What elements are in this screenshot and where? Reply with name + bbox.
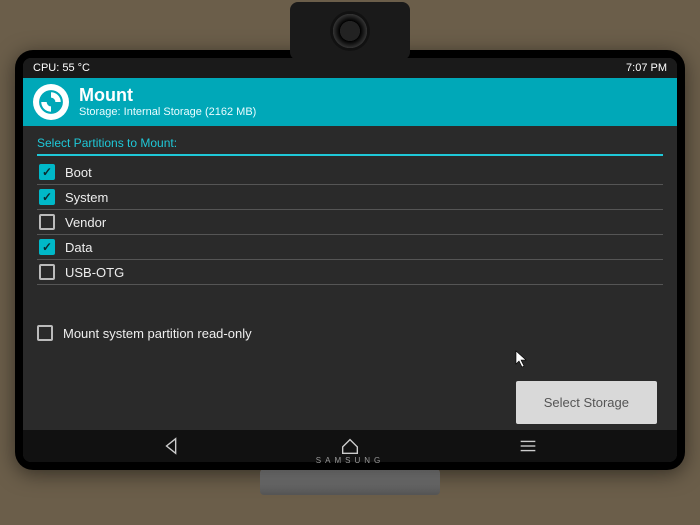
partition-row[interactable]: Vendor — [37, 210, 663, 235]
partition-label: USB-OTG — [65, 265, 124, 280]
divider — [37, 154, 663, 156]
checkbox-icon — [39, 189, 55, 205]
partition-list: Boot System Vendor Data USB-OTG — [37, 160, 663, 285]
page-title: Mount — [79, 86, 256, 106]
partition-row[interactable]: System — [37, 185, 663, 210]
monitor-frame: CPU: 55 °C 7:07 PM Mount Storage: Intern… — [15, 50, 685, 470]
select-storage-label: Select Storage — [544, 395, 629, 410]
partition-label: Boot — [65, 165, 92, 180]
partition-row[interactable]: Boot — [37, 160, 663, 185]
screen: CPU: 55 °C 7:07 PM Mount Storage: Intern… — [23, 58, 677, 462]
storage-subtitle: Storage: Internal Storage (2162 MB) — [79, 106, 256, 118]
checkbox-icon — [39, 164, 55, 180]
readonly-label: Mount system partition read-only — [63, 326, 252, 341]
partition-row[interactable]: USB-OTG — [37, 260, 663, 285]
back-button[interactable] — [161, 435, 183, 457]
checkbox-icon — [39, 214, 55, 230]
header: Mount Storage: Internal Storage (2162 MB… — [23, 78, 677, 126]
cpu-temp: CPU: 55 °C — [33, 62, 90, 74]
clock: 7:07 PM — [626, 62, 667, 74]
checkbox-icon — [39, 239, 55, 255]
webcam-physical — [290, 2, 410, 60]
select-storage-button[interactable]: Select Storage — [516, 381, 657, 424]
partition-row[interactable]: Data — [37, 235, 663, 260]
monitor-stand — [260, 469, 440, 495]
home-button[interactable] — [339, 435, 361, 457]
content-area: Select Partitions to Mount: Boot System Ve… — [23, 126, 677, 430]
partition-label: System — [65, 190, 108, 205]
monitor-brand: SAMSUNG — [316, 456, 384, 465]
checkbox-icon — [39, 264, 55, 280]
menu-button[interactable] — [517, 435, 539, 457]
header-text: Mount Storage: Internal Storage (2162 MB… — [79, 86, 256, 118]
status-bar: CPU: 55 °C 7:07 PM — [23, 58, 677, 78]
checkbox-icon — [37, 325, 53, 341]
section-label: Select Partitions to Mount: — [37, 136, 663, 150]
mount-readonly-toggle[interactable]: Mount system partition read-only — [37, 325, 663, 341]
partition-label: Vendor — [65, 215, 106, 230]
twrp-logo-icon — [33, 84, 69, 120]
partition-label: Data — [65, 240, 92, 255]
